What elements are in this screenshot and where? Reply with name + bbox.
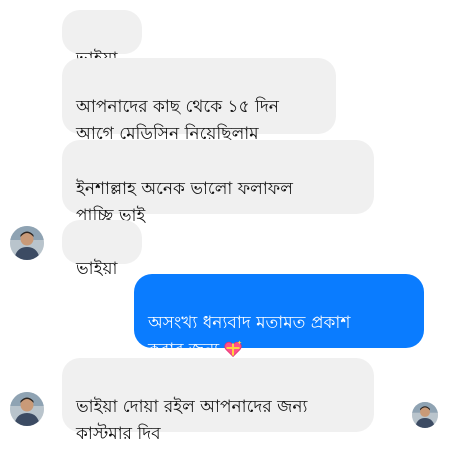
- message-text: ভাইয়া: [76, 259, 118, 279]
- message-bubble-incoming[interactable]: ইনশাল্লাহ অনেক ভালো ফলাফল পাচ্ছি ভাই: [62, 140, 374, 226]
- message-bubble-incoming[interactable]: ভাইয়া দোয়া রইল আপনাদের জন্য কাস্টমার দ…: [62, 358, 374, 444]
- contact-avatar[interactable]: [10, 392, 44, 426]
- contact-avatar[interactable]: [10, 226, 44, 260]
- message-bubble-outgoing[interactable]: অসংখ্য ধন্যবাদ মতামত প্রকাশ করার জন্য: [134, 274, 424, 360]
- message-text: আপনাদের কাছ থেকে ১৫ দিন আগে মেডিসিন নিয়…: [76, 97, 279, 144]
- message-text: ভাইয়া দোয়া রইল আপনাদের জন্য কাস্টমার দ…: [76, 397, 308, 444]
- message-text: ইনশাল্লাহ অনেক ভালো ফলাফল পাচ্ছি ভাই: [76, 179, 293, 226]
- message-bubble-incoming[interactable]: ভাইয়া: [62, 220, 142, 279]
- message-bubble-incoming[interactable]: ভাইয়া: [62, 10, 142, 69]
- message-bubble-incoming[interactable]: আপনাদের কাছ থেকে ১৫ দিন আগে মেডিসিন নিয়…: [62, 58, 336, 144]
- read-receipt-avatar: [412, 402, 438, 428]
- message-text: অসংখ্য ধন্যবাদ মতামত প্রকাশ করার জন্য: [148, 313, 351, 360]
